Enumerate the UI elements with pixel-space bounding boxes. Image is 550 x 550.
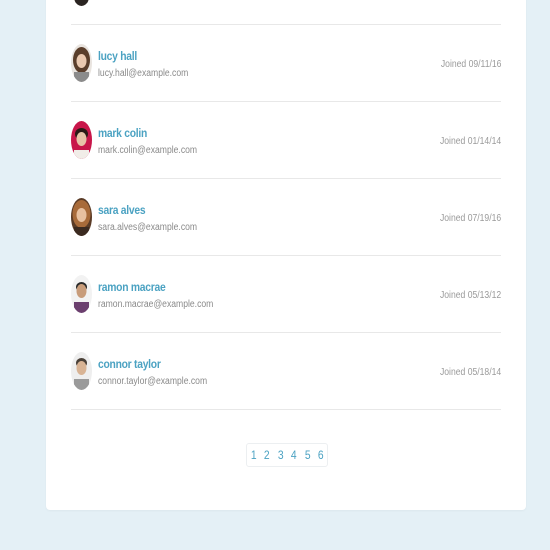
page-link-1[interactable]: 1 [248,444,260,466]
user-name-link[interactable]: connor taylor [98,357,161,371]
page-link-3[interactable]: 3 [275,444,287,466]
avatar[interactable] [71,352,92,390]
user-name-link[interactable]: mark colin [98,126,147,140]
pagination: 1 2 3 4 5 6 [246,443,329,467]
avatar[interactable] [71,44,92,82]
user-email: connor.taylor@example.com [98,376,208,387]
user-row: sara alves sara.alves@example.com Joined… [71,179,501,256]
user-row: mark colin mark.colin@example.com Joined… [71,102,501,179]
avatar[interactable] [71,275,92,313]
joined-date: Joined 09/11/16 [440,59,501,70]
user-row [71,0,501,25]
joined-date: Joined 07/19/16 [439,213,501,224]
avatar[interactable] [71,0,92,6]
user-email: ramon.macrae@example.com [98,299,214,310]
user-name-link[interactable]: sara alves [98,203,146,217]
user-row: lucy hall lucy.hall@example.com Joined 0… [71,25,501,102]
user-name-link[interactable]: lucy hall [98,49,137,63]
user-email: sara.alves@example.com [98,222,198,233]
page-link-2[interactable]: 2 [261,444,273,466]
user-name-link[interactable]: ramon macrae [98,280,166,294]
joined-date: Joined 01/14/14 [439,136,501,147]
page-link-5[interactable]: 5 [301,444,313,466]
avatar[interactable] [71,198,92,236]
joined-date: Joined 05/13/12 [439,290,501,301]
page-link-4[interactable]: 4 [288,444,300,466]
user-email: lucy.hall@example.com [98,68,189,79]
avatar[interactable] [71,121,92,159]
user-row: connor taylor connor.taylor@example.com … [71,333,501,410]
user-row: ramon macrae ramon.macrae@example.com Jo… [71,256,501,333]
page-link-6[interactable]: 6 [315,444,327,466]
joined-date: Joined 05/18/14 [439,367,501,378]
user-email: mark.colin@example.com [98,145,198,156]
user-list: lucy hall lucy.hall@example.com Joined 0… [71,0,501,410]
users-card: lucy hall lucy.hall@example.com Joined 0… [46,0,526,510]
